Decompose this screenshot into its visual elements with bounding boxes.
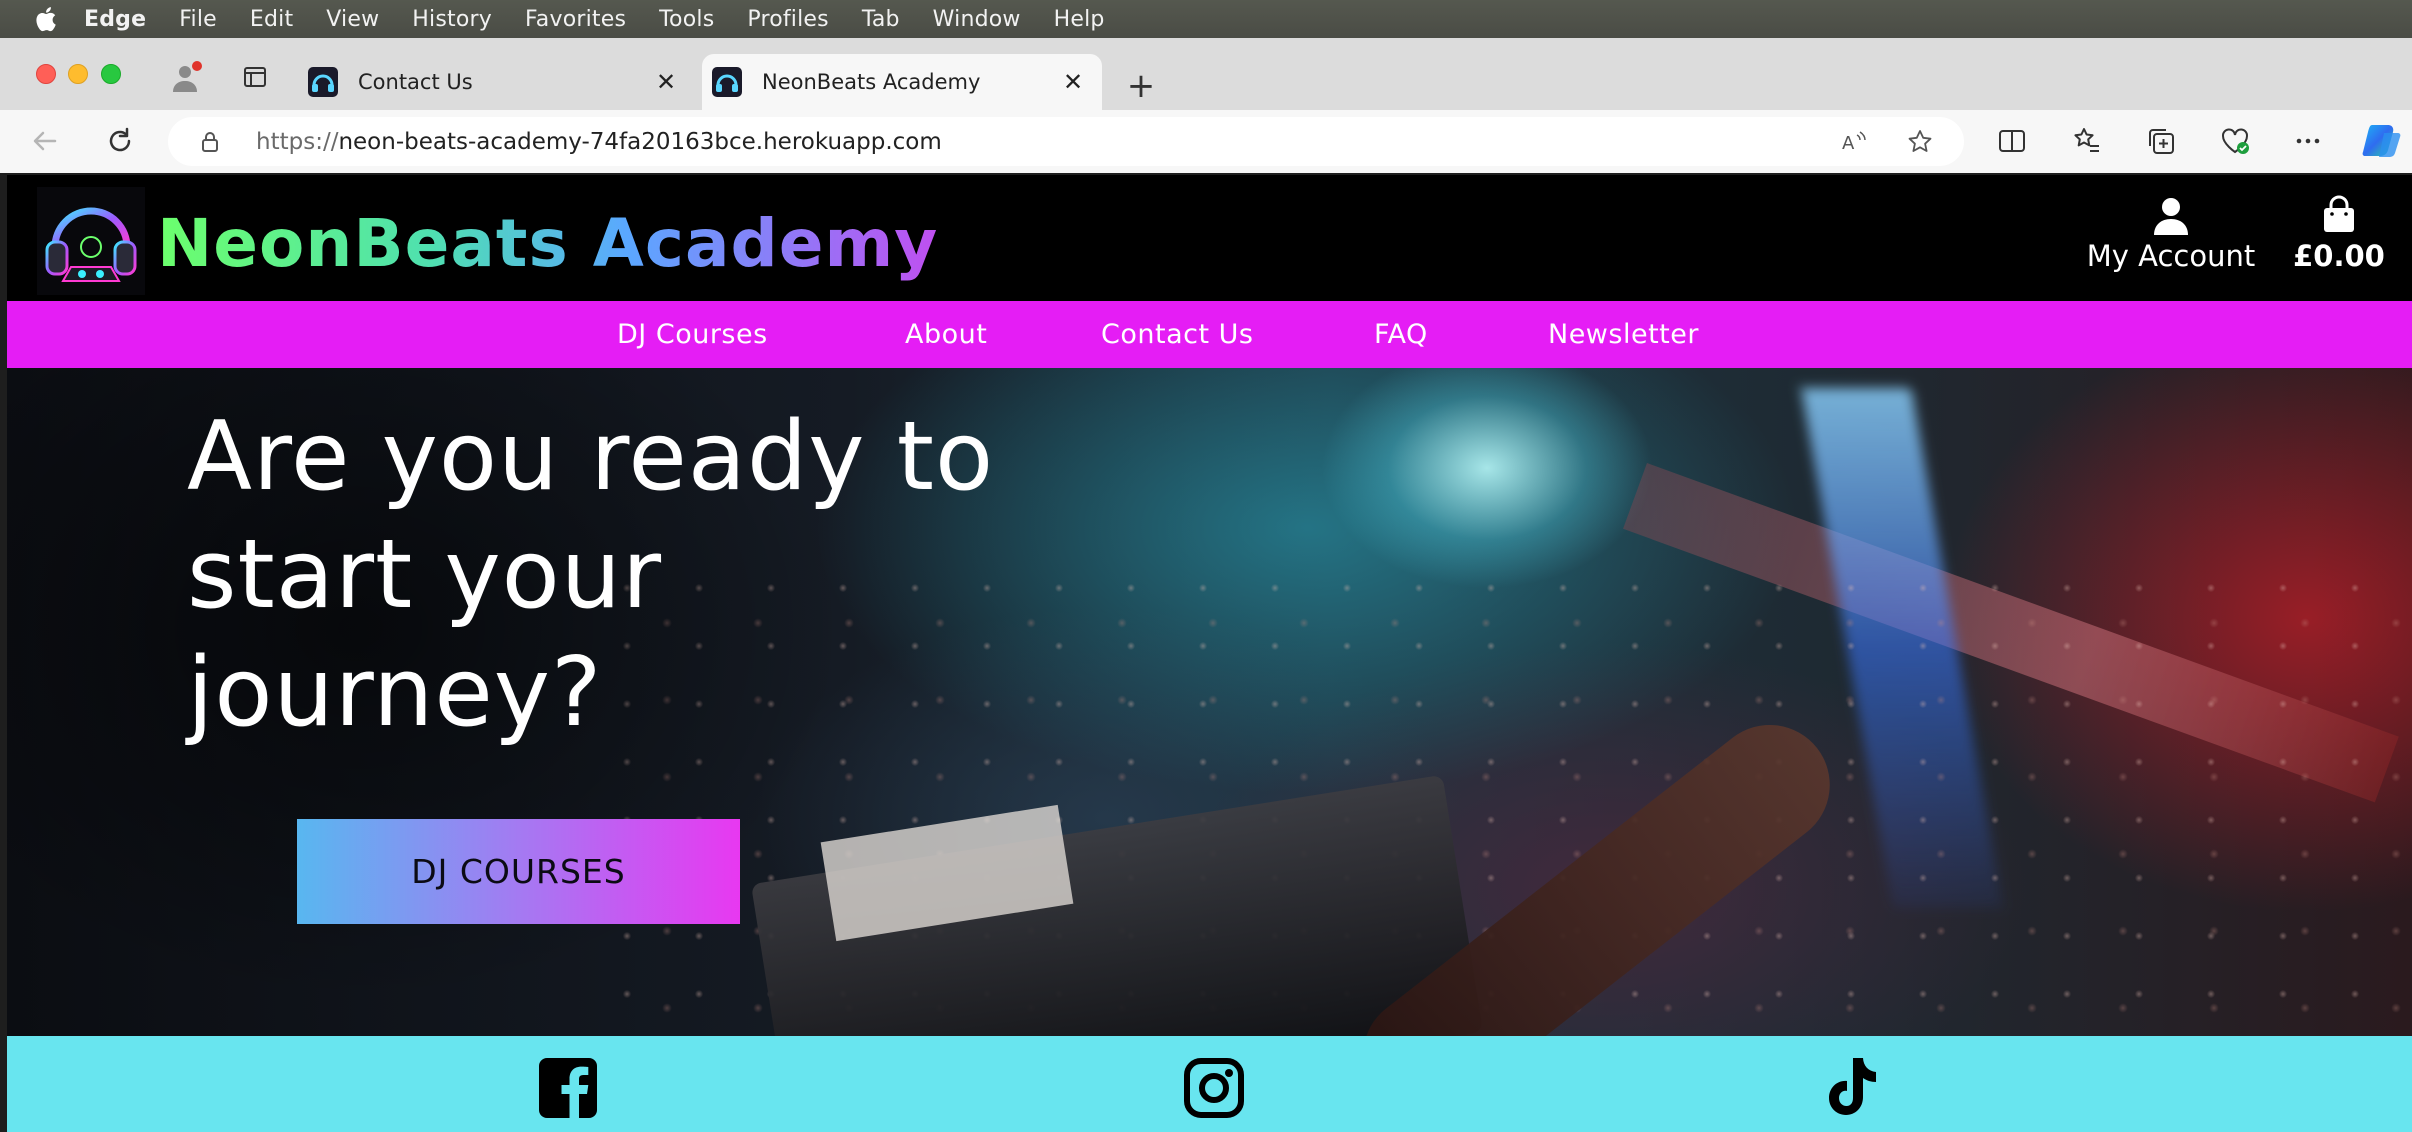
facebook-icon[interactable] bbox=[537, 1056, 599, 1120]
menu-window[interactable]: Window bbox=[933, 7, 1021, 32]
site-header: NeonBeats Academy My Account £0.00 bbox=[7, 175, 2412, 301]
nav-newsletter[interactable]: Newsletter bbox=[1548, 319, 1699, 350]
favorite-star-icon[interactable] bbox=[1907, 129, 1933, 155]
menu-edit[interactable]: Edit bbox=[250, 7, 293, 32]
cart-total: £0.00 bbox=[2293, 239, 2385, 273]
tab-neonbeats-academy[interactable]: NeonBeats Academy ✕ bbox=[702, 54, 1102, 110]
nav-about[interactable]: About bbox=[905, 319, 987, 350]
my-account-label: My Account bbox=[2086, 239, 2256, 273]
tab-contact-us[interactable]: Contact Us ✕ bbox=[300, 54, 695, 110]
browser-chrome: Contact Us ✕ NeonBeats Academy ✕ + https… bbox=[0, 38, 2412, 173]
menu-view[interactable]: View bbox=[326, 7, 379, 32]
tab-close-icon[interactable]: ✕ bbox=[1058, 67, 1088, 97]
tab-strip: Contact Us ✕ NeonBeats Academy ✕ + bbox=[0, 38, 2412, 110]
window-close-button[interactable] bbox=[36, 64, 56, 84]
menu-file[interactable]: File bbox=[179, 7, 217, 32]
address-bar[interactable]: https://neon-beats-academy-74fa20163bce.… bbox=[168, 117, 1964, 166]
menu-app-name[interactable]: Edge bbox=[84, 7, 146, 32]
user-icon bbox=[2151, 195, 2191, 235]
hero-headline-line: Are you ready to bbox=[187, 402, 995, 512]
menu-profiles[interactable]: Profiles bbox=[747, 7, 828, 32]
split-screen-icon[interactable] bbox=[1997, 126, 2027, 156]
brand-logo-text[interactable]: NeonBeats Academy bbox=[157, 205, 938, 282]
nav-faq[interactable]: FAQ bbox=[1374, 319, 1428, 350]
headphones-favicon-icon bbox=[712, 67, 742, 97]
my-account-link[interactable]: My Account bbox=[2081, 195, 2261, 273]
hero-headline-line: start your bbox=[187, 520, 663, 630]
tab-title: NeonBeats Academy bbox=[762, 70, 981, 94]
menu-tools[interactable]: Tools bbox=[659, 7, 714, 32]
collections-icon[interactable] bbox=[2146, 126, 2176, 156]
url-protocol: https:// bbox=[256, 128, 339, 155]
headphones-logo-icon[interactable] bbox=[37, 187, 145, 295]
shopping-bag-link[interactable]: £0.00 bbox=[2289, 195, 2389, 273]
menu-history[interactable]: History bbox=[412, 7, 492, 32]
refresh-icon[interactable] bbox=[103, 124, 137, 158]
tiktok-icon[interactable] bbox=[1819, 1056, 1881, 1120]
tab-close-icon[interactable]: ✕ bbox=[651, 67, 681, 97]
favorites-icon[interactable] bbox=[2072, 126, 2102, 156]
window-minimize-button[interactable] bbox=[68, 64, 88, 84]
main-nav: DJ Courses About Contact Us FAQ Newslett… bbox=[7, 301, 2412, 368]
tab-actions-icon[interactable] bbox=[243, 65, 267, 89]
menu-help[interactable]: Help bbox=[1054, 7, 1105, 32]
back-arrow-icon[interactable] bbox=[28, 124, 62, 158]
hero-headline: Are you ready to start your journey? bbox=[187, 398, 1187, 752]
menu-tab[interactable]: Tab bbox=[862, 7, 900, 32]
social-links-bar bbox=[7, 1036, 2412, 1132]
website-viewport: NeonBeats Academy My Account £0.00 DJ Co… bbox=[7, 175, 2412, 1132]
browser-toolbar: https://neon-beats-academy-74fa20163bce.… bbox=[0, 110, 2412, 173]
shopping-bag-icon bbox=[2320, 195, 2358, 233]
new-tab-icon[interactable]: + bbox=[1126, 69, 1156, 103]
hero-section: Are you ready to start your journey? DJ … bbox=[7, 368, 2412, 1036]
macos-menubar: Edge File Edit View History Favorites To… bbox=[0, 0, 2412, 38]
copilot-icon[interactable] bbox=[2362, 123, 2402, 157]
apple-menu-icon[interactable] bbox=[30, 4, 60, 34]
dj-courses-button[interactable]: DJ COURSES bbox=[297, 819, 740, 924]
nav-contact-us[interactable]: Contact Us bbox=[1101, 319, 1253, 350]
menu-favorites[interactable]: Favorites bbox=[525, 7, 626, 32]
more-options-icon[interactable] bbox=[2293, 126, 2323, 156]
instagram-icon[interactable] bbox=[1183, 1056, 1245, 1120]
tab-title: Contact Us bbox=[358, 70, 473, 94]
url-text: neon-beats-academy-74fa20163bce.herokuap… bbox=[338, 128, 942, 155]
lock-icon[interactable] bbox=[198, 130, 222, 154]
window-zoom-button[interactable] bbox=[101, 64, 121, 84]
nav-dj-courses[interactable]: DJ Courses bbox=[617, 319, 768, 350]
browser-essentials-icon[interactable] bbox=[2220, 126, 2250, 156]
headphones-favicon-icon bbox=[308, 67, 338, 97]
profile-icon[interactable] bbox=[170, 60, 204, 94]
read-aloud-icon[interactable]: A bbox=[1841, 129, 1867, 155]
svg-text:A: A bbox=[1842, 133, 1855, 154]
hero-headline-line: journey? bbox=[187, 638, 603, 748]
